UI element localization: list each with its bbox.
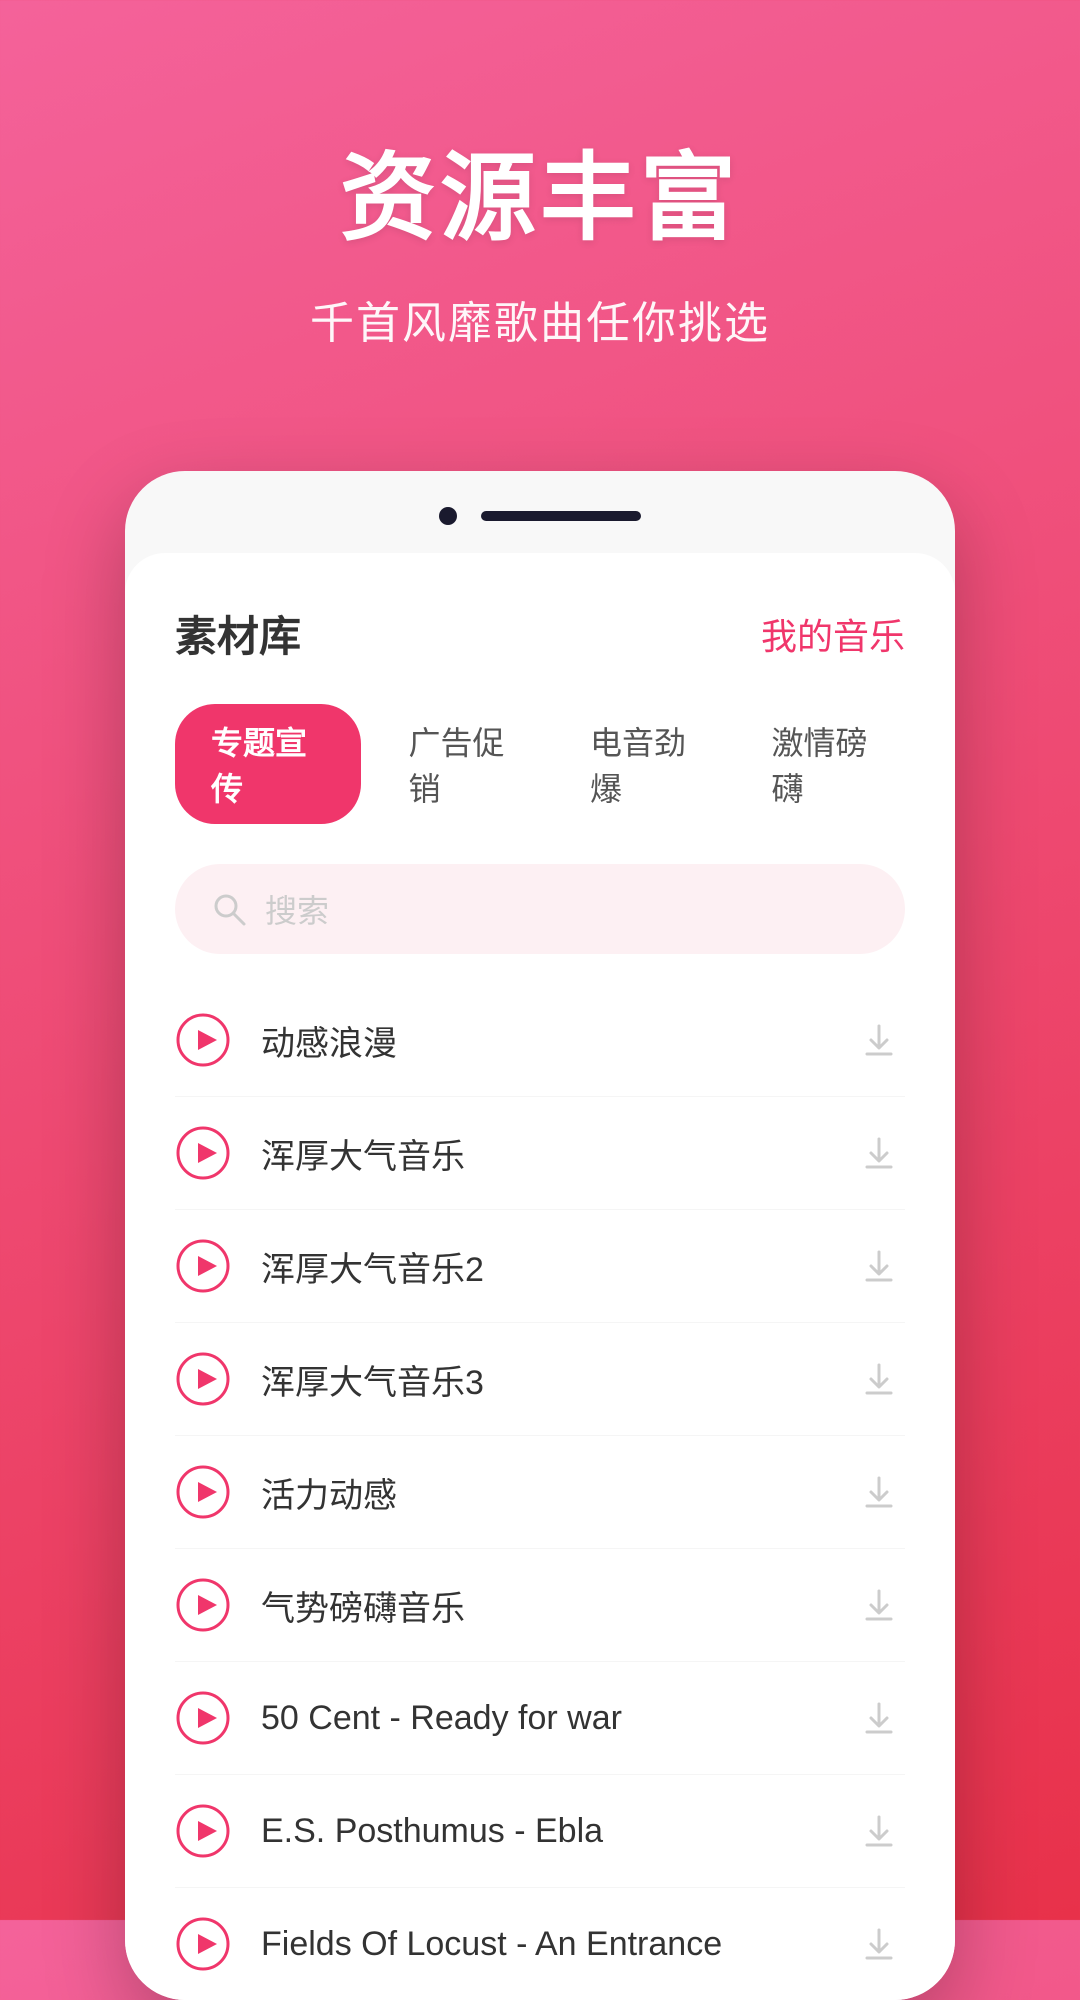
my-music-link[interactable]: 我的音乐 xyxy=(761,608,905,660)
download-button[interactable] xyxy=(853,1579,905,1631)
tab-featured[interactable]: 专题宣传 xyxy=(175,704,361,824)
download-icon xyxy=(857,1696,901,1740)
music-item: 50 Cent - Ready for war xyxy=(175,1662,905,1775)
phone-mockup: 素材库 我的音乐 专题宣传 广告促销 电音劲爆 激情磅礴 搜索 xyxy=(125,471,955,2000)
phone-camera-dot xyxy=(439,507,457,525)
download-button[interactable] xyxy=(853,1353,905,1405)
phone-speaker-bar xyxy=(481,511,641,521)
music-list: 动感浪漫 浑厚大气音乐 xyxy=(175,984,905,2000)
library-title: 素材库 xyxy=(175,603,301,664)
download-icon xyxy=(857,1583,901,1627)
download-icon xyxy=(857,1809,901,1853)
download-icon xyxy=(857,1922,901,1966)
download-button[interactable] xyxy=(853,1466,905,1518)
play-button[interactable] xyxy=(175,1464,231,1520)
download-button[interactable] xyxy=(853,1240,905,1292)
play-button[interactable] xyxy=(175,1238,231,1294)
music-item: 浑厚大气音乐3 xyxy=(175,1323,905,1436)
music-name: 浑厚大气音乐2 xyxy=(261,1242,853,1291)
music-item: 气势磅礴音乐 xyxy=(175,1549,905,1662)
music-name: 浑厚大气音乐3 xyxy=(261,1355,853,1404)
music-name: E.S. Posthumus - Ebla xyxy=(261,1812,853,1851)
search-placeholder-text: 搜索 xyxy=(265,886,329,932)
music-name: 浑厚大气音乐 xyxy=(261,1129,853,1178)
tab-epic[interactable]: 激情磅礴 xyxy=(752,704,906,824)
app-header: 素材库 我的音乐 xyxy=(175,603,905,664)
music-item: Fields Of Locust - An Entrance xyxy=(175,1888,905,2000)
music-item: 浑厚大气音乐2 xyxy=(175,1210,905,1323)
music-name: 气势磅礴音乐 xyxy=(261,1581,853,1630)
music-item: 活力动感 xyxy=(175,1436,905,1549)
music-name: 50 Cent - Ready for war xyxy=(261,1699,853,1738)
play-button[interactable] xyxy=(175,1690,231,1746)
music-item: 动感浪漫 xyxy=(175,984,905,1097)
play-button[interactable] xyxy=(175,1577,231,1633)
play-button[interactable] xyxy=(175,1351,231,1407)
play-button[interactable] xyxy=(175,1012,231,1068)
download-icon xyxy=(857,1018,901,1062)
download-icon xyxy=(857,1470,901,1514)
play-button[interactable] xyxy=(175,1125,231,1181)
search-icon xyxy=(211,891,247,927)
hero-title: 资源丰富 xyxy=(60,120,1020,259)
tab-advertising[interactable]: 广告促销 xyxy=(389,704,543,824)
hero-section: 资源丰富 千首风靡歌曲任你挑选 xyxy=(0,0,1080,411)
download-button[interactable] xyxy=(853,1692,905,1744)
play-button[interactable] xyxy=(175,1803,231,1859)
music-item: 浑厚大气音乐 xyxy=(175,1097,905,1210)
tab-electronic[interactable]: 电音劲爆 xyxy=(570,704,724,824)
download-icon xyxy=(857,1357,901,1401)
phone-notch xyxy=(125,507,955,553)
category-tabs: 专题宣传 广告促销 电音劲爆 激情磅礴 xyxy=(175,704,905,824)
download-button[interactable] xyxy=(853,1918,905,1970)
music-item: E.S. Posthumus - Ebla xyxy=(175,1775,905,1888)
download-icon xyxy=(857,1244,901,1288)
download-button[interactable] xyxy=(853,1014,905,1066)
play-button[interactable] xyxy=(175,1916,231,1972)
music-name: 动感浪漫 xyxy=(261,1016,853,1065)
download-icon xyxy=(857,1131,901,1175)
hero-subtitle: 千首风靡歌曲任你挑选 xyxy=(60,287,1020,351)
music-name: Fields Of Locust - An Entrance xyxy=(261,1925,853,1964)
app-content: 素材库 我的音乐 专题宣传 广告促销 电音劲爆 激情磅礴 搜索 xyxy=(125,553,955,2000)
download-button[interactable] xyxy=(853,1805,905,1857)
music-name: 活力动感 xyxy=(261,1468,853,1517)
search-bar[interactable]: 搜索 xyxy=(175,864,905,954)
download-button[interactable] xyxy=(853,1127,905,1179)
